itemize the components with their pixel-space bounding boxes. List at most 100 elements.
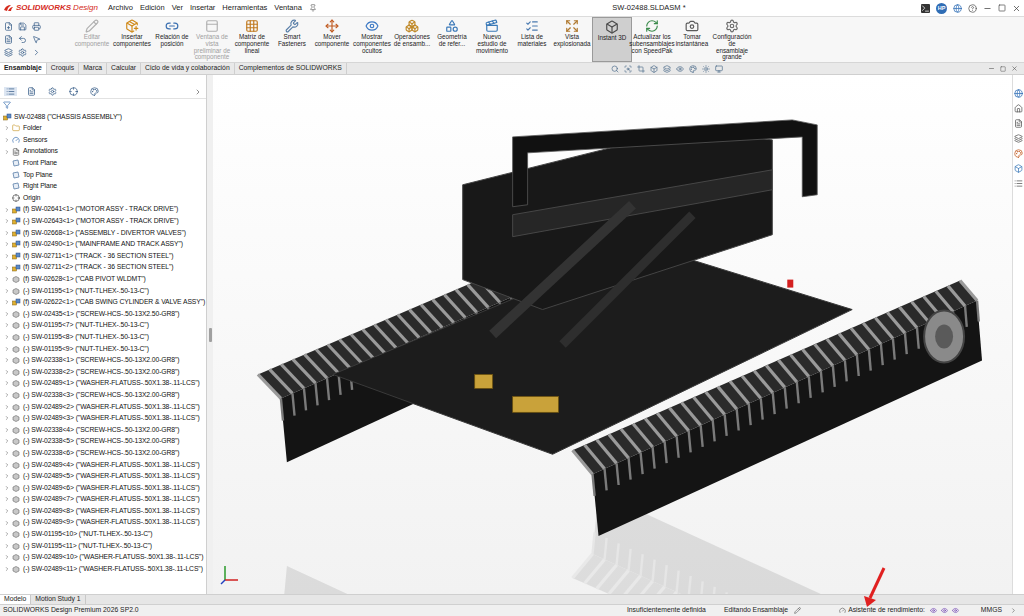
ribbon-button[interactable]: Vista explosionada <box>552 17 592 62</box>
display-tab-icon[interactable] <box>90 87 99 96</box>
tree-item[interactable]: Sensors <box>0 134 206 146</box>
menu-item[interactable]: Ver <box>172 2 183 13</box>
expand-arrow-icon[interactable] <box>4 207 10 213</box>
doc-minimize-icon[interactable] <box>988 65 995 72</box>
minimize-icon[interactable] <box>983 4 992 13</box>
close-icon[interactable] <box>1012 4 1021 13</box>
tree-item[interactable]: (-) SW-02338<4> ("SCREW-HCS-.50-13X2.00-… <box>0 424 206 436</box>
expand-arrow-icon[interactable] <box>4 218 10 224</box>
expand-arrow-icon[interactable] <box>4 334 10 340</box>
expand-arrow-icon[interactable] <box>4 520 10 526</box>
tree-item[interactable]: Front Plane <box>0 157 206 169</box>
ribbon-button[interactable]: Mover componente <box>312 17 352 62</box>
tree-item[interactable]: (-) SW-02338<3> ("SCREW-HCS-.50-13X2.00-… <box>0 389 206 401</box>
select-icon[interactable] <box>32 35 41 44</box>
ribbon-button[interactable]: Configuración de ensamblaje grande <box>712 17 752 62</box>
tree-item[interactable]: (-) SW-02338<5> ("SCREW-HCS-.50-13X2.00-… <box>0 436 206 448</box>
appearance-icon[interactable] <box>689 65 697 73</box>
expand-arrow-icon[interactable] <box>4 253 10 259</box>
expand-arrow-icon[interactable] <box>4 125 10 131</box>
expand-arrow-icon[interactable] <box>4 392 10 398</box>
hide-show-icon[interactable] <box>676 65 684 73</box>
maximize-icon[interactable] <box>998 4 1006 12</box>
dimxpert-tab-icon[interactable] <box>69 87 78 96</box>
expand-arrow-icon[interactable] <box>4 473 10 479</box>
feature-tree-tab-icon[interactable] <box>6 87 15 96</box>
tree-root[interactable]: SW-02488 ("CHASSIS ASSEMBLY") <box>0 111 206 123</box>
file-explorer-icon[interactable] <box>1014 119 1023 128</box>
expand-arrow-icon[interactable] <box>4 415 10 421</box>
expand-arrow-icon[interactable] <box>4 496 10 502</box>
expand-arrow-icon[interactable] <box>4 508 10 514</box>
tree-item[interactable]: (f) SW-02711<1> ("TRACK - 36 SECTION STE… <box>0 250 206 262</box>
resources-icon[interactable] <box>1014 89 1023 98</box>
print-icon[interactable] <box>32 22 41 31</box>
rebuild-icon[interactable] <box>4 48 13 57</box>
expand-arrow-icon[interactable] <box>4 462 10 468</box>
zoom-area-icon[interactable] <box>624 65 632 73</box>
command-tab[interactable]: Complementos de SOLIDWORKS <box>235 63 347 74</box>
expand-arrow-icon[interactable] <box>4 149 10 155</box>
expand-arrow-icon[interactable] <box>4 299 10 305</box>
tree-item[interactable]: Top Plane <box>0 169 206 181</box>
tree-item[interactable]: Right Plane <box>0 181 206 193</box>
expand-arrow-icon[interactable] <box>4 322 10 328</box>
units-menu-icon[interactable] <box>1010 607 1017 614</box>
zoom-fit-icon[interactable] <box>611 65 619 73</box>
more-icon[interactable] <box>32 48 41 57</box>
doc-close-icon[interactable] <box>1011 65 1018 72</box>
terminal-icon[interactable] <box>921 4 930 13</box>
save-icon[interactable] <box>18 22 27 31</box>
expand-arrow-icon[interactable] <box>4 241 10 247</box>
model-tab[interactable]: Modelo <box>0 595 31 604</box>
command-tab[interactable]: Croquis <box>47 63 79 74</box>
command-tab[interactable]: Marca <box>79 63 107 74</box>
ribbon-button[interactable]: Smart Fasteners <box>272 17 312 62</box>
expand-arrow-icon[interactable] <box>4 404 10 410</box>
ribbon-button[interactable]: Tomar instantánea <box>672 17 712 62</box>
menu-item[interactable]: Archivo <box>108 2 133 13</box>
tree-item[interactable]: Annotations <box>0 146 206 158</box>
ribbon-button[interactable]: Geometría de refer... <box>432 17 472 62</box>
custom-properties-icon[interactable] <box>1014 164 1023 173</box>
view-palette-icon[interactable] <box>1014 134 1023 143</box>
appearances-icon[interactable] <box>1014 149 1023 158</box>
tree-item[interactable]: (f) SW-02668<1> ("ASSEMBLY - DIVERTOR VA… <box>0 227 206 239</box>
graphics-area[interactable] <box>213 75 1012 594</box>
expand-panel-icon[interactable] <box>194 88 202 96</box>
tree-item[interactable]: (-) SW-02489<11> ("WASHER-FLATUSS-.50X1.… <box>0 563 206 575</box>
menu-item[interactable]: Herramientas <box>222 2 267 13</box>
expand-arrow-icon[interactable] <box>4 288 10 294</box>
design-library-icon[interactable] <box>1014 104 1023 113</box>
ribbon-button[interactable]: Lista de materiales <box>512 17 552 62</box>
filter-icon[interactable] <box>3 101 11 109</box>
ribbon-button[interactable]: Operaciones de ensamb... <box>392 17 432 62</box>
expand-arrow-icon[interactable] <box>4 450 10 456</box>
tree-item[interactable]: (f) SW-02622<1> ("CAB SWING CYLINDER & V… <box>0 297 206 309</box>
ribbon-button[interactable]: Mostrar componentes ocultos <box>352 17 392 62</box>
expand-arrow-icon[interactable] <box>4 230 10 236</box>
tree-item[interactable]: (-) SW-02338<1> ("SCREW-HCS-.50-13X2.00-… <box>0 354 206 366</box>
performance-assistant[interactable]: Asistente de rendimiento: <box>848 605 925 615</box>
user-avatar[interactable]: HP <box>936 3 947 14</box>
tree-item[interactable]: (-) SW-02435<1> ("SCREW-HCS-.50-13X2.50-… <box>0 308 206 320</box>
expand-arrow-icon[interactable] <box>4 357 10 363</box>
tree-item[interactable]: (f) SW-02490<1> ("MAINFRAME AND TRACK AS… <box>0 239 206 251</box>
help-icon[interactable] <box>968 4 977 13</box>
expand-arrow-icon[interactable] <box>4 137 10 143</box>
tree-item[interactable]: (-) SW-02338<6> ("SCREW-HCS-.50-13X2.00-… <box>0 447 206 459</box>
new-file-icon[interactable] <box>4 22 13 31</box>
section-view-icon[interactable] <box>637 65 645 73</box>
display-style-icon[interactable] <box>663 65 671 73</box>
tree-item[interactable]: (-) SW-01195<8> ("NUT-TLHEX-.50-13-C") <box>0 331 206 343</box>
expand-arrow-icon[interactable] <box>4 311 10 317</box>
menu-item[interactable]: Edición <box>140 2 165 13</box>
expand-arrow-icon[interactable] <box>4 485 10 491</box>
view-settings-icon[interactable] <box>715 65 723 73</box>
expand-arrow-icon[interactable] <box>4 427 10 433</box>
unit-system[interactable]: MMGS <box>981 605 1002 615</box>
tree-item[interactable]: (-) SW-02489<9> ("WASHER-FLATUSS-.50X1.3… <box>0 517 206 529</box>
expand-arrow-icon[interactable] <box>4 554 10 560</box>
tree-item[interactable]: (-) SW-01195<9> ("NUT-TLHEX-.50-13-C") <box>0 343 206 355</box>
expand-arrow-icon[interactable] <box>4 566 10 572</box>
